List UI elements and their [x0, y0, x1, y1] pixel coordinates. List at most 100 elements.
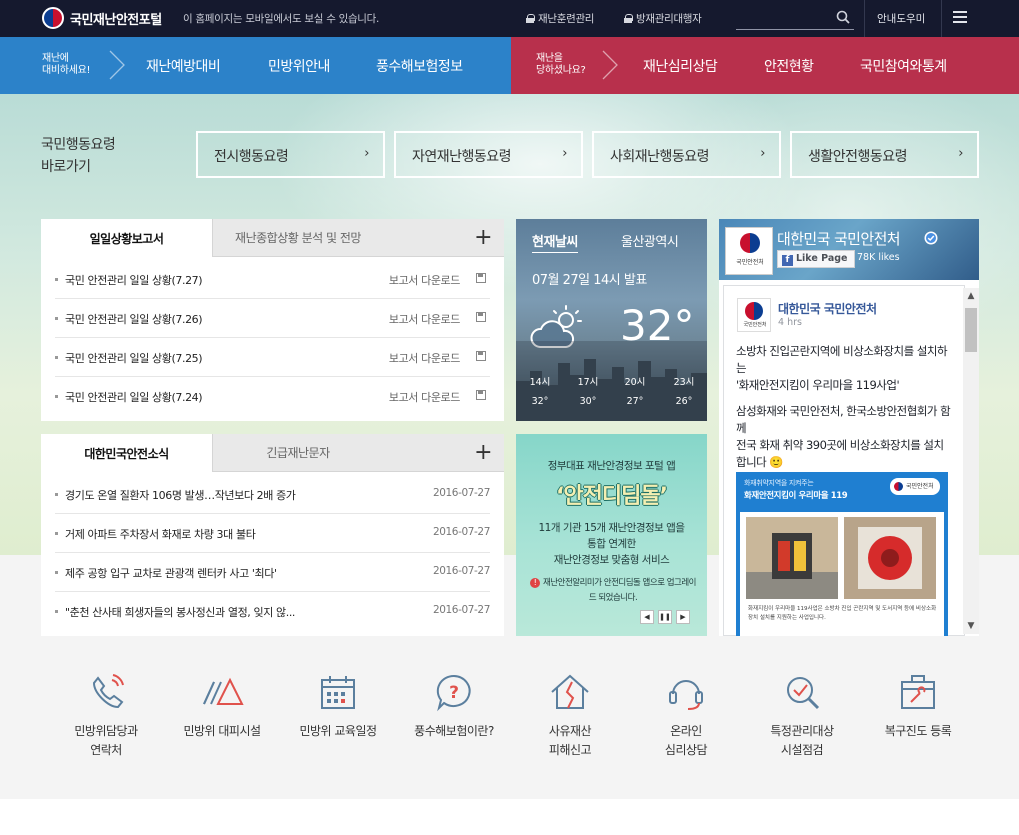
- image-caption-small: 화재취약지역을 지켜주는: [744, 479, 814, 487]
- guide-button-wartime[interactable]: 전시행동요령 ›: [196, 131, 385, 178]
- help-guide-link[interactable]: 안내도우미: [877, 11, 925, 26]
- quick-education-schedule[interactable]: 민방위 교육일정: [280, 672, 396, 741]
- search-icon[interactable]: [836, 10, 850, 24]
- guide-button-natural[interactable]: 자연재난행동요령 ›: [394, 131, 583, 178]
- list-item[interactable]: 경기도 온열 질환자 106명 발생…작년보다 2배 증가 2016-07-27: [55, 475, 490, 514]
- facebook-page-name[interactable]: 대한민국 국민안전처: [777, 228, 901, 249]
- tab-situation-analysis[interactable]: 재난종합상황 분석 및 전망: [212, 219, 383, 257]
- link-disaster-training-label[interactable]: 재난훈련관리: [538, 11, 594, 26]
- report-title[interactable]: 국민 안전관리 일일 상황(7.26): [65, 311, 203, 327]
- pause-icon[interactable]: ❚❚: [658, 610, 672, 624]
- prev-icon[interactable]: ◀: [640, 610, 654, 624]
- guide-button-social[interactable]: 사회재난행동요령 ›: [592, 131, 781, 178]
- nav-item-prevention[interactable]: 재난예방대비: [146, 56, 221, 76]
- nav-item-civil-defense[interactable]: 민방위안내: [268, 56, 330, 76]
- hamburger-menu-icon[interactable]: [953, 11, 967, 23]
- list-item[interactable]: 거제 아파트 주차장서 화재로 차량 3대 불타 2016-07-27: [55, 514, 490, 553]
- nav-lead-line: 재난을: [536, 53, 563, 64]
- save-icon[interactable]: [476, 351, 486, 361]
- quick-civil-defense-contact[interactable]: 민방위담당과 연락처: [48, 672, 164, 760]
- report-title[interactable]: 국민 안전관리 일일 상황(7.25): [65, 350, 203, 366]
- house-damage-icon: [551, 674, 589, 709]
- weather-region-select[interactable]: 울산광역시: [621, 231, 679, 250]
- search-input[interactable]: [736, 8, 832, 28]
- weather-announce-time: 07월 27일 14시 발표: [532, 273, 647, 288]
- save-icon[interactable]: [476, 390, 486, 400]
- facebook-scrollbar[interactable]: ▲ ▼: [963, 288, 979, 634]
- search-box: [736, 8, 854, 30]
- tab-safety-news[interactable]: 대한민국안전소식: [41, 434, 212, 472]
- forecast-time: 17시: [577, 377, 599, 388]
- more-button[interactable]: +: [383, 434, 504, 472]
- nav-lead-line: 당하셨나요?: [536, 65, 586, 76]
- emblem-label: 국민안전처: [743, 322, 767, 328]
- quick-shelter[interactable]: 민방위 대피시설: [164, 672, 280, 741]
- post-image[interactable]: 화재취약지역을 지켜주는 화재안전지킴이 우리마을 119 국민안전처 화재지킴…: [736, 472, 948, 636]
- quick-label: 복구진도 등록: [884, 724, 952, 738]
- quick-recovery-registration[interactable]: 복구진도 등록: [860, 672, 976, 741]
- post-author[interactable]: 대한민국 국민안전처: [778, 300, 877, 317]
- weather-widget: 현재날씨 울산광역시 07월 27일 14시 발표 32° 14시 32° 17…: [516, 219, 707, 421]
- scroll-thumb[interactable]: [965, 308, 977, 352]
- list-item[interactable]: 국민 안전관리 일일 상황(7.24) 보고서 다운로드: [55, 377, 490, 416]
- scroll-down-icon[interactable]: ▼: [963, 618, 979, 634]
- tab-emergency-sms[interactable]: 긴급재난문자: [212, 434, 383, 472]
- bullet: [55, 356, 58, 359]
- action-guide-title: 국민행동요령 바로가기: [41, 134, 116, 178]
- nav-item-counseling[interactable]: 재난심리상담: [643, 56, 718, 76]
- scroll-up-icon[interactable]: ▲: [963, 288, 979, 304]
- quick-facility-inspection[interactable]: 특정관리대상 시설점검: [744, 672, 860, 760]
- save-icon[interactable]: [476, 273, 486, 283]
- download-link[interactable]: 보고서 다운로드: [389, 350, 461, 366]
- phone-icon: [92, 674, 124, 709]
- news-title[interactable]: 거제 아파트 주차장서 화재로 차량 3대 불타: [65, 526, 256, 542]
- news-title[interactable]: 경기도 온열 질환자 106명 발생…작년보다 2배 증가: [65, 487, 296, 503]
- guide-button-living[interactable]: 생활안전행동요령 ›: [790, 131, 979, 178]
- download-link[interactable]: 보고서 다운로드: [389, 311, 461, 327]
- news-title[interactable]: 제주 공항 입구 교차로 관광객 렌터카 사고 '최다': [65, 565, 277, 581]
- link-disaster-agent-label[interactable]: 방재관리대행자: [636, 11, 702, 26]
- quick-online-counseling[interactable]: 온라인 심리상담: [628, 672, 744, 760]
- top-bar: 국민재난안전포털 이 홈페이지는 모바일에서도 보실 수 있습니다. 재난훈련관…: [0, 0, 1019, 37]
- facebook-widget: 국민안전처 대한민국 국민안전처 f Like Page 78K likes 국민…: [719, 219, 979, 636]
- link-disaster-agent[interactable]: 방재관리대행자: [624, 11, 702, 26]
- list-item[interactable]: 국민 안전관리 일일 상황(7.25) 보고서 다운로드: [55, 338, 490, 377]
- chevron-right-icon: ›: [562, 146, 567, 161]
- nav-item-insurance[interactable]: 풍수해보험정보: [376, 56, 463, 76]
- save-icon[interactable]: [476, 312, 486, 322]
- bullet: [55, 493, 58, 496]
- site-logo[interactable]: 국민재난안전포털: [42, 7, 162, 29]
- app-promo-banner[interactable]: 정부대표 재난안경정보 포털 앱 ‘안전디딤돌’ 11개 기관 15개 재난안경…: [516, 434, 707, 636]
- promo-subtitle: 정부대표 재난안경정보 포털 앱: [547, 460, 676, 472]
- report-title[interactable]: 국민 안전관리 일일 상황(7.24): [65, 389, 203, 405]
- list-item[interactable]: "춘천 산사태 희생자들의 봉사정신과 열정, 잊지 않... 2016-07-…: [55, 592, 490, 631]
- forecast-time: 14시: [529, 377, 551, 388]
- list-item[interactable]: 국민 안전관리 일일 상황(7.27) 보고서 다운로드: [55, 260, 490, 299]
- divider: [864, 0, 865, 37]
- svg-text:?: ?: [449, 683, 459, 703]
- nav-item-safety-status[interactable]: 안전현황: [764, 56, 814, 76]
- quick-property-damage-report[interactable]: 사유재산 피해신고: [512, 672, 628, 760]
- download-link[interactable]: 보고서 다운로드: [389, 272, 461, 288]
- link-disaster-training[interactable]: 재난훈련관리: [526, 11, 594, 26]
- weather-tab-current[interactable]: 현재날씨: [532, 231, 578, 253]
- quick-insurance-info[interactable]: ? 풍수해보험이란?: [396, 672, 512, 741]
- tab-daily-report[interactable]: 일일상황보고서: [41, 219, 212, 257]
- nav-item-participation[interactable]: 국민참여와통계: [860, 56, 947, 76]
- post-avatar[interactable]: 국민안전처: [737, 298, 771, 332]
- download-link[interactable]: 보고서 다운로드: [389, 389, 461, 405]
- lock-icon: [526, 14, 535, 23]
- post-text-line: [736, 394, 951, 403]
- report-title[interactable]: 국민 안전관리 일일 상황(7.27): [65, 272, 203, 288]
- like-page-button[interactable]: f Like Page: [777, 250, 855, 268]
- promo-notice-text: 재난안전알리미가 안전디딤돌 앱으로 업그레이드 되었습니다.: [542, 578, 697, 603]
- site-logo-text[interactable]: 국민재난안전포털: [70, 9, 162, 28]
- more-button[interactable]: +: [383, 219, 504, 257]
- next-icon[interactable]: ▶: [676, 610, 690, 624]
- news-title[interactable]: "춘천 산사태 희생자들의 봉사정신과 열정, 잊지 않...: [65, 604, 295, 620]
- page-avatar[interactable]: 국민안전처: [725, 227, 773, 275]
- post-time[interactable]: 4 hrs: [778, 317, 802, 328]
- list-item[interactable]: 제주 공항 입구 교차로 관광객 렌터카 사고 '최다' 2016-07-27: [55, 553, 490, 592]
- image-emblem: 국민안전처: [890, 478, 940, 495]
- list-item[interactable]: 국민 안전관리 일일 상황(7.26) 보고서 다운로드: [55, 299, 490, 338]
